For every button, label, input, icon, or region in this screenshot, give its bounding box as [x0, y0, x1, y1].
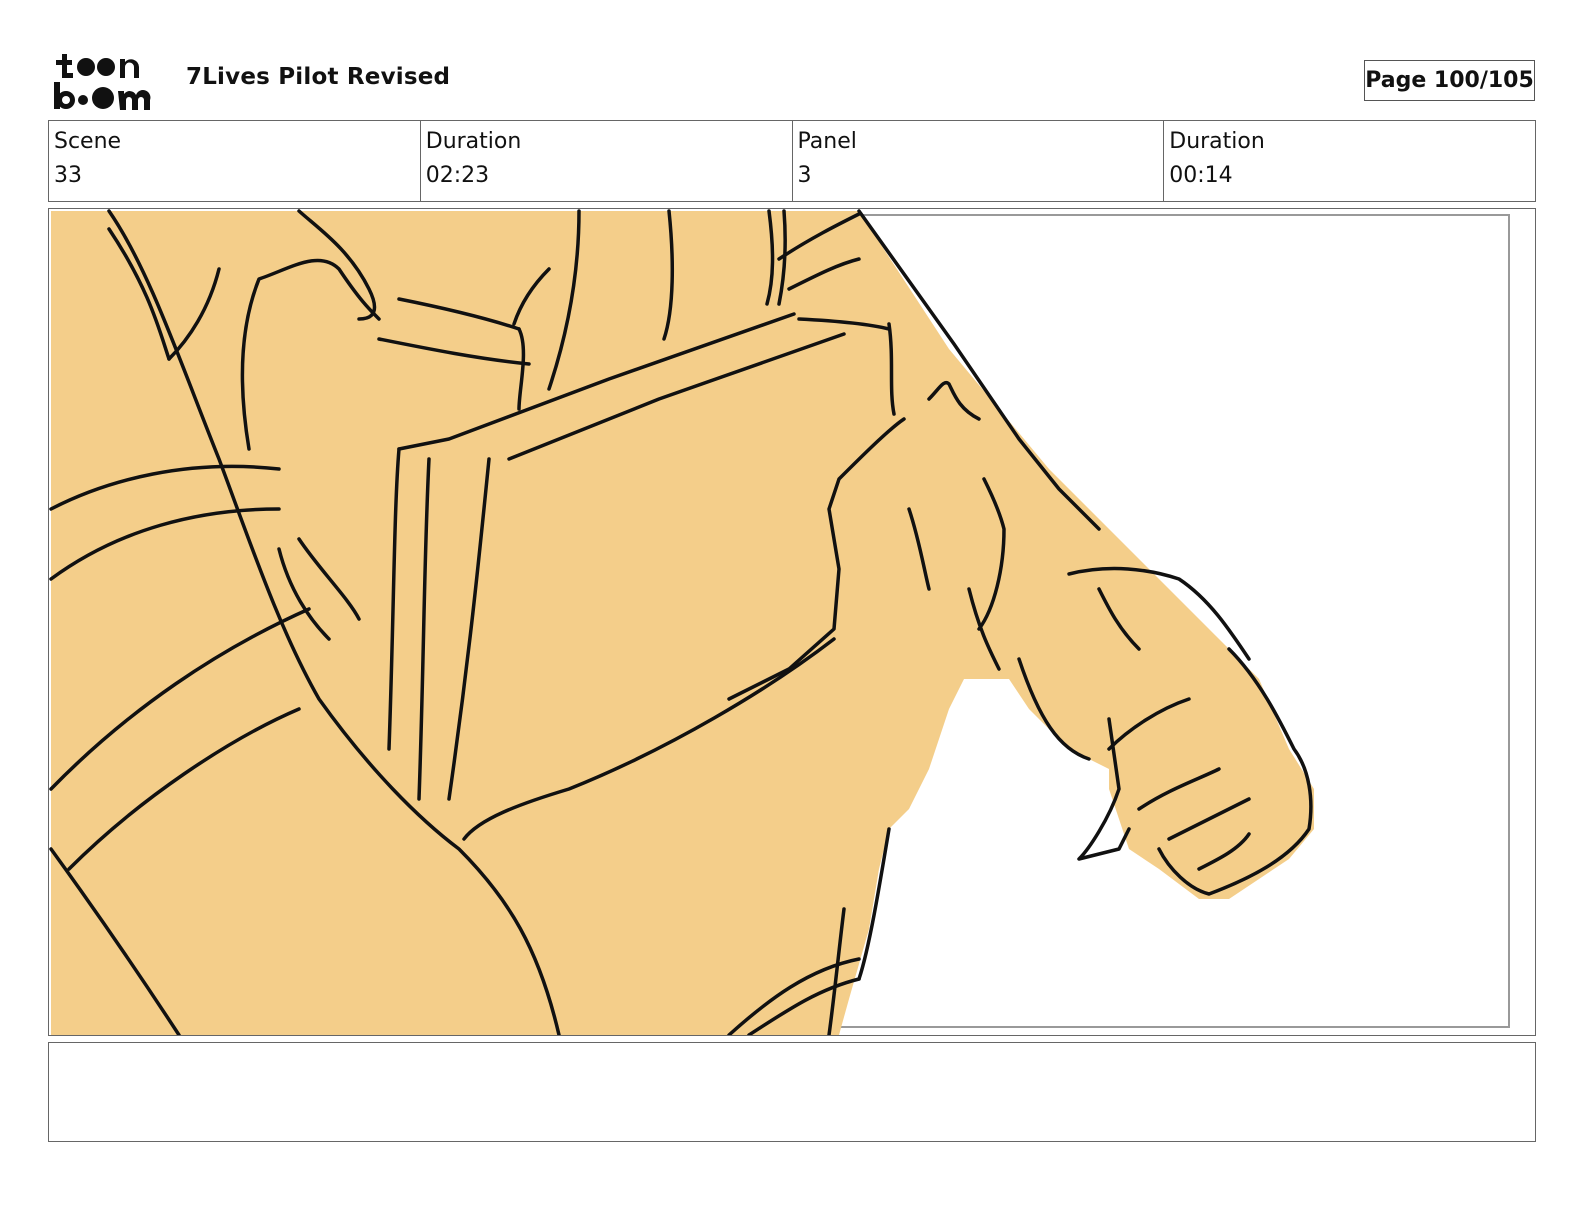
panel-label: Panel	[797, 129, 857, 154]
scene-label: Scene	[54, 129, 122, 154]
scene-duration-label: Duration	[425, 129, 522, 154]
scene-duration-value: 02:23	[425, 163, 490, 188]
panel-duration-label: Duration	[1169, 129, 1265, 154]
panel-cell: Panel 3	[793, 121, 1165, 201]
scene-value: 33	[54, 163, 82, 188]
scene-cell: Scene 33	[49, 121, 421, 201]
panel-notes-box	[48, 1042, 1536, 1142]
scene-info-table: Scene 33 Duration 02:23 Panel 3 Duration…	[48, 120, 1536, 202]
page-indicator: Page 100/105	[1364, 60, 1535, 101]
panel-duration-cell: Duration 00:14	[1164, 121, 1535, 201]
scene-duration-cell: Duration 02:23	[421, 121, 793, 201]
panel-duration-value: 00:14	[1169, 163, 1233, 188]
panel-value: 3	[797, 163, 812, 188]
storyboard-panel	[48, 208, 1536, 1036]
toon-boom-logo	[54, 54, 151, 110]
panel-drawing	[49, 209, 1510, 1035]
character-body-fill	[51, 211, 1314, 1035]
document-title: 7Lives Pilot Revised	[186, 64, 451, 90]
